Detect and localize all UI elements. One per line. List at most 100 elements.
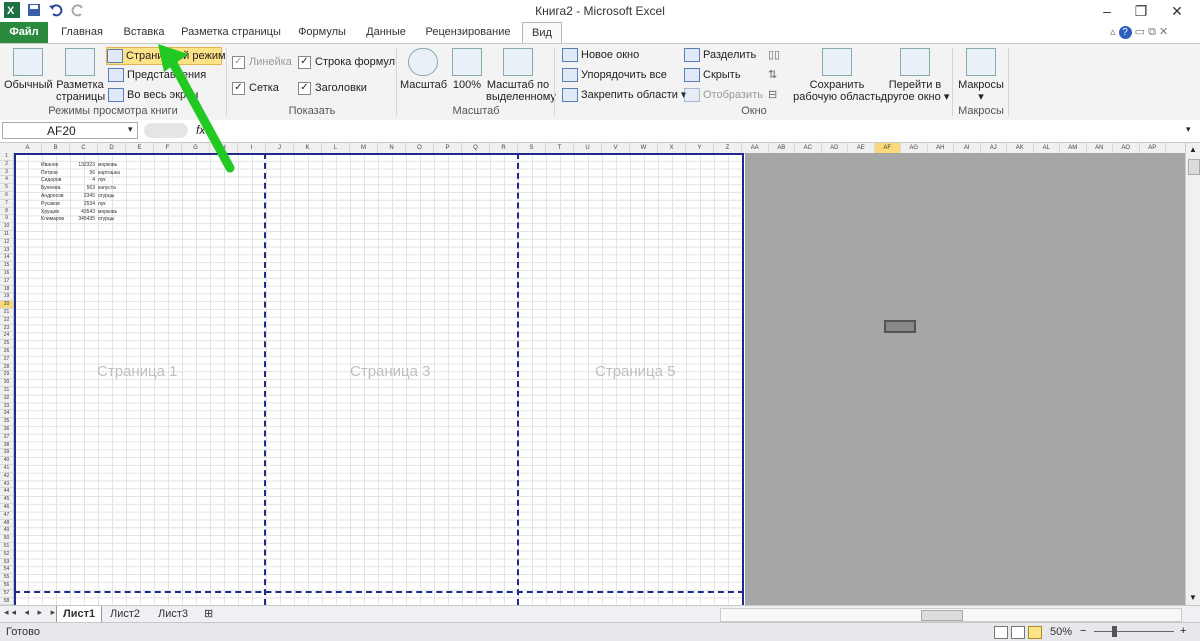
- column-header[interactable]: U: [574, 143, 602, 153]
- cell-name[interactable]: Хрущев: [41, 209, 59, 215]
- new-window-button[interactable]: Новое окно: [562, 47, 639, 63]
- sheet-tab[interactable]: Лист2: [104, 606, 146, 622]
- page-break-vertical[interactable]: [264, 153, 266, 605]
- cell-value[interactable]: 132323: [70, 162, 95, 168]
- cell-value[interactable]: 4: [70, 177, 95, 183]
- freeze-panes-button[interactable]: Закрепить области ▾: [562, 87, 686, 103]
- normal-view-icon[interactable]: [994, 626, 1008, 639]
- row-header[interactable]: 32: [0, 395, 13, 403]
- close-icon[interactable]: ✕: [1160, 0, 1194, 22]
- new-sheet-icon[interactable]: ⊞: [198, 606, 219, 622]
- unhide-button[interactable]: Отобразить: [684, 87, 763, 103]
- tab-review[interactable]: Рецензирование: [420, 22, 516, 43]
- cell-product[interactable]: лук: [98, 177, 106, 183]
- row-header[interactable]: 11: [0, 231, 13, 239]
- row-header[interactable]: 2: [0, 161, 13, 169]
- reset-position-icon[interactable]: ⊟: [768, 87, 777, 103]
- row-header[interactable]: 41: [0, 465, 13, 473]
- cell-product[interactable]: капуста: [98, 185, 116, 191]
- column-header[interactable]: A: [14, 143, 42, 153]
- row-header[interactable]: 54: [0, 566, 13, 575]
- column-header[interactable]: AG: [901, 143, 928, 153]
- row-header[interactable]: 51: [0, 543, 13, 551]
- arrange-all-button[interactable]: Упорядочить все: [562, 67, 667, 83]
- row-header[interactable]: 8: [0, 208, 13, 216]
- cell-name[interactable]: Бунеева: [41, 185, 60, 191]
- row-header[interactable]: 19: [0, 293, 13, 302]
- tab-data[interactable]: Данные: [360, 22, 412, 43]
- side-by-side-icon[interactable]: ▯▯: [768, 47, 780, 63]
- cell-product[interactable]: огурцы: [98, 193, 114, 199]
- worksheet[interactable]: ABCDEFGHIJKLMNOPQRSTUVWXYZAAABACADAEAFAG…: [0, 143, 1185, 605]
- cell-product[interactable]: морковь: [98, 162, 117, 168]
- row-header[interactable]: 1: [0, 153, 13, 161]
- column-header[interactable]: X: [658, 143, 686, 153]
- cell-value[interactable]: 563: [70, 185, 95, 191]
- row-header[interactable]: 20: [0, 301, 13, 309]
- tab-home[interactable]: Главная: [54, 22, 110, 43]
- tab-formulas[interactable]: Формулы: [292, 22, 352, 43]
- row-header[interactable]: 26: [0, 348, 13, 356]
- row-header[interactable]: 44: [0, 488, 13, 497]
- row-header[interactable]: 37: [0, 434, 13, 442]
- column-header[interactable]: AP: [1140, 143, 1166, 153]
- cell-value[interactable]: 43543: [70, 209, 95, 215]
- column-header[interactable]: Y: [686, 143, 714, 153]
- tab-page-layout[interactable]: Разметка страницы: [178, 22, 284, 43]
- row-header[interactable]: 15: [0, 262, 13, 270]
- column-header[interactable]: W: [630, 143, 658, 153]
- normal-view-button[interactable]: Обычный: [4, 48, 53, 91]
- page-break-vertical[interactable]: [517, 153, 519, 605]
- row-header[interactable]: 16: [0, 270, 13, 278]
- column-header[interactable]: V: [602, 143, 630, 153]
- column-header[interactable]: J: [266, 143, 294, 153]
- column-header[interactable]: AF: [874, 143, 901, 153]
- row-header[interactable]: 25: [0, 340, 13, 348]
- column-header[interactable]: AH: [928, 143, 954, 153]
- macros-button[interactable]: Макросы ▾: [956, 48, 1006, 103]
- row-header[interactable]: 49: [0, 527, 13, 536]
- row-header[interactable]: 27: [0, 356, 13, 364]
- row-header[interactable]: 56: [0, 582, 13, 590]
- tab-view[interactable]: Вид: [522, 22, 562, 44]
- scroll-thumb[interactable]: [1188, 159, 1200, 175]
- row-header[interactable]: 12: [0, 239, 13, 247]
- row-header[interactable]: 55: [0, 574, 13, 582]
- row-header[interactable]: 23: [0, 325, 13, 333]
- column-header[interactable]: AA: [742, 143, 769, 153]
- row-header[interactable]: 57: [0, 590, 13, 598]
- zoom-in-icon[interactable]: +: [1180, 625, 1186, 637]
- zoom-100-button[interactable]: 100%: [450, 48, 484, 91]
- name-box[interactable]: AF20: [2, 122, 138, 139]
- row-header[interactable]: 3: [0, 169, 13, 177]
- row-header[interactable]: 24: [0, 332, 13, 341]
- row-header[interactable]: 42: [0, 473, 13, 481]
- column-header[interactable]: Q: [462, 143, 490, 153]
- column-header[interactable]: K: [294, 143, 322, 153]
- cell-name[interactable]: Климаров: [41, 216, 64, 222]
- selected-cell-indicator[interactable]: [884, 320, 916, 333]
- formula-bar-checkbox[interactable]: ✓ Строка формул: [298, 54, 395, 70]
- zoom-out-icon[interactable]: −: [1080, 625, 1086, 637]
- row-header[interactable]: 17: [0, 278, 13, 286]
- page-layout-icon[interactable]: [1011, 626, 1025, 639]
- cell-product[interactable]: морковь: [98, 209, 117, 215]
- cell-name[interactable]: Андросов: [41, 193, 64, 199]
- column-header[interactable]: AL: [1034, 143, 1060, 153]
- row-header[interactable]: 39: [0, 449, 13, 458]
- row-header[interactable]: 45: [0, 496, 13, 504]
- column-header[interactable]: N: [378, 143, 406, 153]
- row-header[interactable]: 10: [0, 223, 13, 231]
- row-header[interactable]: 46: [0, 504, 13, 512]
- column-header[interactable]: AC: [795, 143, 822, 153]
- tab-insert[interactable]: Вставка: [116, 22, 172, 43]
- page-break-icon[interactable]: [1028, 626, 1042, 639]
- scroll-up-icon[interactable]: ▲: [1189, 145, 1197, 154]
- zoom-slider-thumb[interactable]: [1112, 626, 1117, 637]
- row-header[interactable]: 4: [0, 176, 13, 185]
- cell-value[interactable]: 2345: [70, 193, 95, 199]
- vertical-scrollbar[interactable]: ▲ ▼: [1185, 143, 1200, 605]
- column-header[interactable]: AB: [769, 143, 795, 153]
- column-header[interactable]: AJ: [981, 143, 1007, 153]
- row-header[interactable]: 50: [0, 535, 13, 543]
